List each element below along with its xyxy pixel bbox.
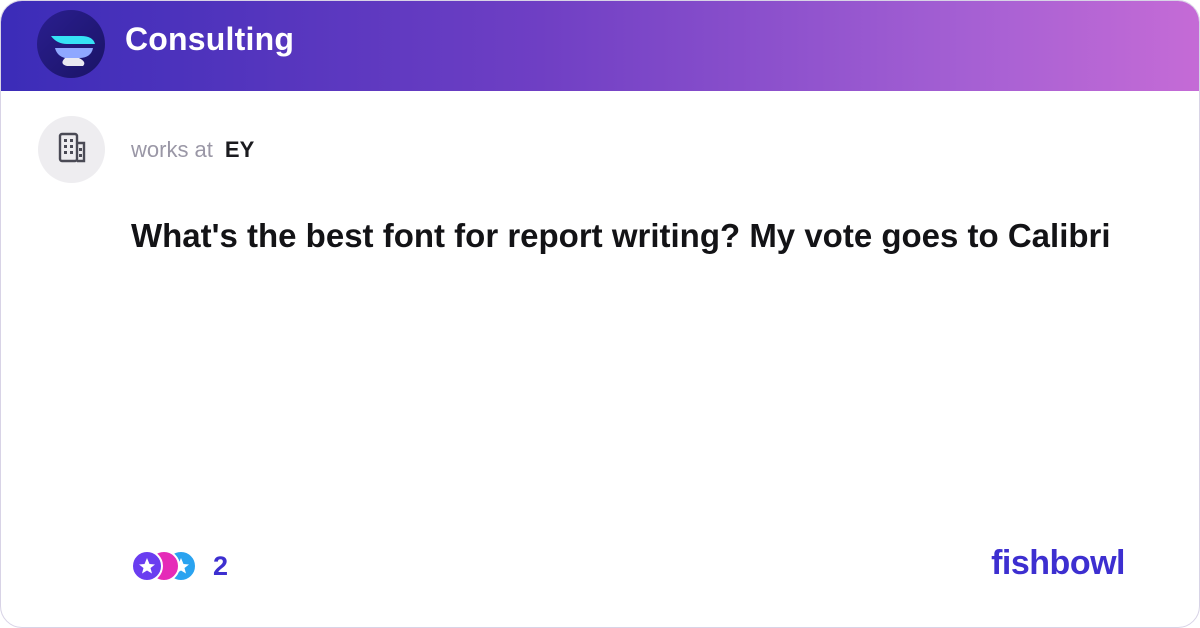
building-icon (54, 129, 90, 170)
works-at-label: works at (131, 137, 213, 162)
avatar[interactable] (38, 116, 105, 183)
reaction-icons (131, 549, 199, 583)
bowl-logo-icon[interactable] (37, 10, 105, 78)
fishbowl-logo[interactable]: fishbowl (991, 544, 1125, 583)
reaction-count: 2 (213, 550, 229, 581)
reactions[interactable]: 2 (131, 549, 228, 583)
bowl-title[interactable]: Consulting (125, 21, 294, 58)
company-name[interactable]: EY (225, 137, 254, 162)
post-text[interactable]: What's the best font for report writing?… (131, 214, 1141, 258)
post-card: Consulting works at EY What's the best fo… (0, 0, 1200, 628)
bowl-header[interactable]: Consulting (1, 1, 1199, 91)
author-meta: works at EY (131, 137, 254, 163)
